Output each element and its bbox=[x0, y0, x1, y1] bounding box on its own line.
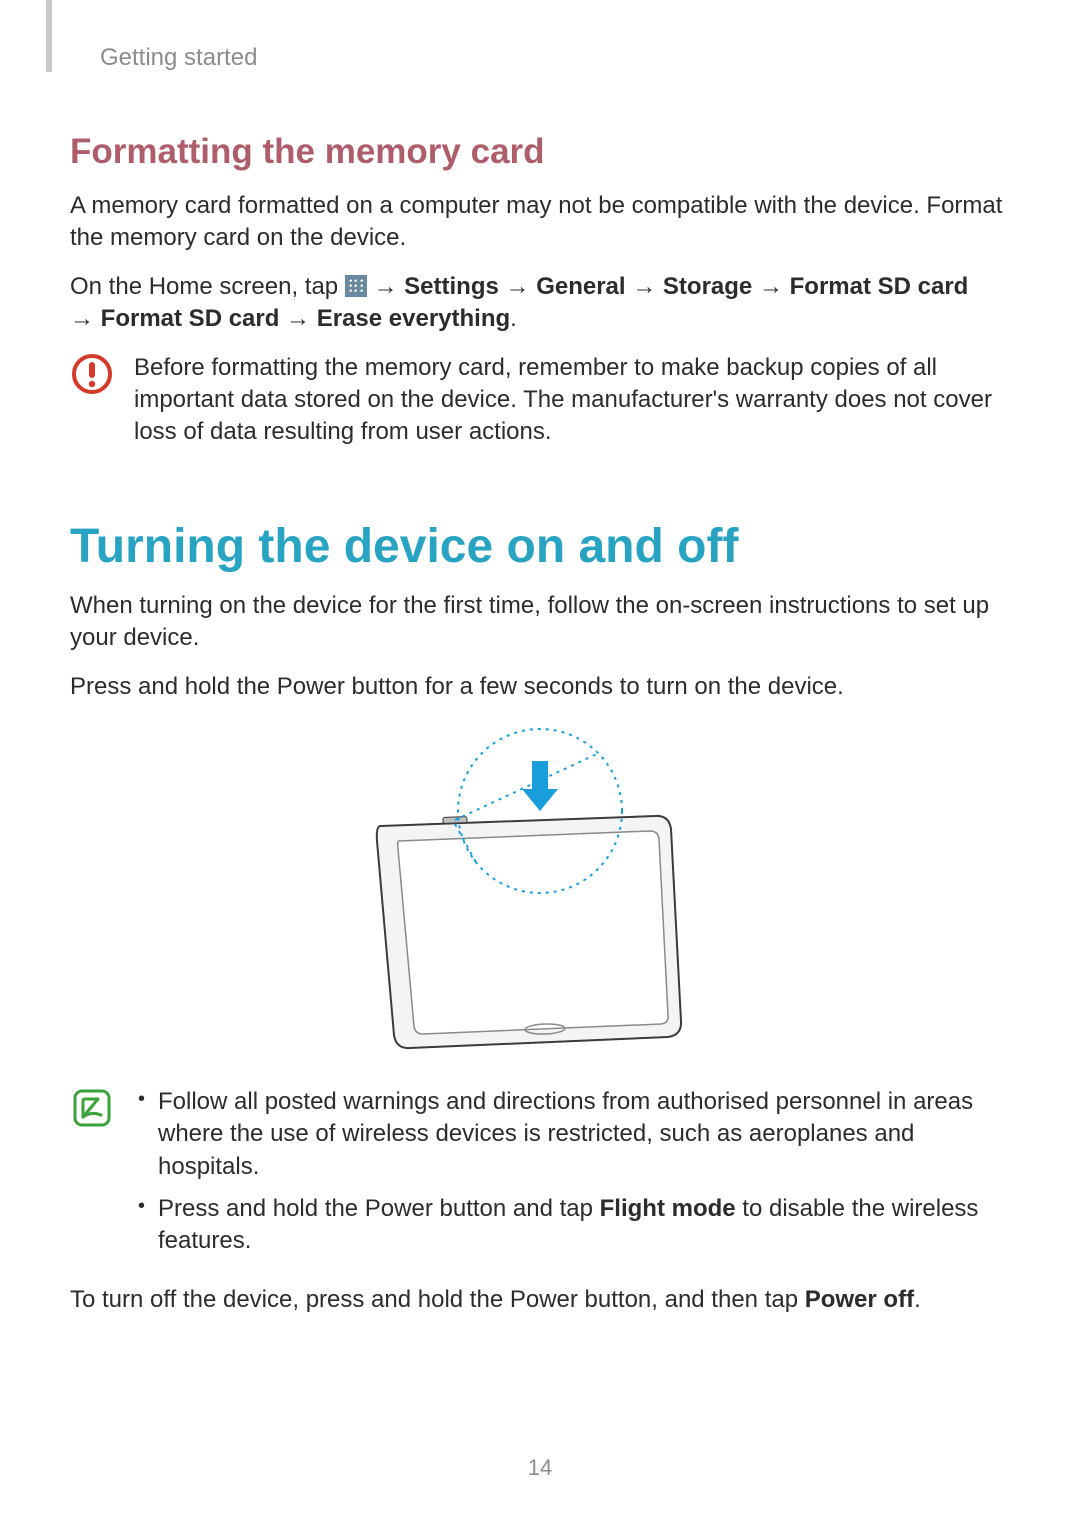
apps-icon bbox=[345, 275, 367, 297]
note-item-2-a: Press and hold the Power button and tap bbox=[158, 1195, 600, 1222]
paragraph-turnon-intro: When turning on the device for the first… bbox=[70, 590, 1010, 655]
path-format1: Format SD card bbox=[790, 273, 969, 300]
callout-note: Follow all posted warnings and direction… bbox=[70, 1086, 1010, 1268]
poweroff-c: . bbox=[914, 1286, 921, 1313]
note-icon bbox=[70, 1086, 114, 1130]
warning-text: Before formatting the memory card, remem… bbox=[134, 352, 1010, 449]
chapter-title: Getting started bbox=[100, 44, 1010, 72]
path-storage: Storage bbox=[663, 273, 752, 300]
warning-icon bbox=[70, 352, 114, 396]
paragraph-power-off: To turn off the device, press and hold t… bbox=[70, 1284, 1010, 1316]
note-body: Follow all posted warnings and direction… bbox=[134, 1086, 1010, 1268]
manual-page: Getting started Formatting the memory ca… bbox=[0, 0, 1080, 1527]
path-arrow: → bbox=[499, 273, 536, 300]
section-heading-formatting: Formatting the memory card bbox=[70, 132, 1010, 172]
page-number: 14 bbox=[0, 1455, 1080, 1481]
callout-warning: Before formatting the memory card, remem… bbox=[70, 352, 1010, 449]
path-format2: Format SD card bbox=[101, 305, 280, 332]
poweroff-a: To turn off the device, press and hold t… bbox=[70, 1286, 805, 1313]
paragraph-power-hold: Press and hold the Power button for a fe… bbox=[70, 671, 1010, 703]
poweroff-b: Power off bbox=[805, 1286, 914, 1313]
path-erase: Erase everything bbox=[317, 305, 510, 332]
note-item-2-b: Flight mode bbox=[600, 1195, 736, 1222]
path-arrow: → bbox=[367, 273, 404, 300]
note-item-1: Follow all posted warnings and direction… bbox=[158, 1086, 1010, 1183]
path-general: General bbox=[536, 273, 625, 300]
path-arrow: → bbox=[626, 273, 663, 300]
paragraph-format-path: On the Home screen, tap → Settings → Gen… bbox=[70, 271, 1010, 336]
paragraph-format-intro: A memory card formatted on a computer ma… bbox=[70, 190, 1010, 255]
figure-device-power bbox=[70, 721, 1010, 1056]
path-arrow: → bbox=[279, 305, 316, 332]
header-tab-mark bbox=[46, 0, 52, 72]
path-settings: Settings bbox=[404, 273, 499, 300]
path-arrow: → bbox=[70, 305, 101, 332]
note-item-2: Press and hold the Power button and tap … bbox=[158, 1193, 1010, 1258]
section-heading-turning: Turning the device on and off bbox=[70, 519, 1010, 574]
path-arrow: → bbox=[752, 273, 789, 300]
path-intro: On the Home screen, tap bbox=[70, 273, 345, 300]
path-end: . bbox=[510, 305, 517, 332]
